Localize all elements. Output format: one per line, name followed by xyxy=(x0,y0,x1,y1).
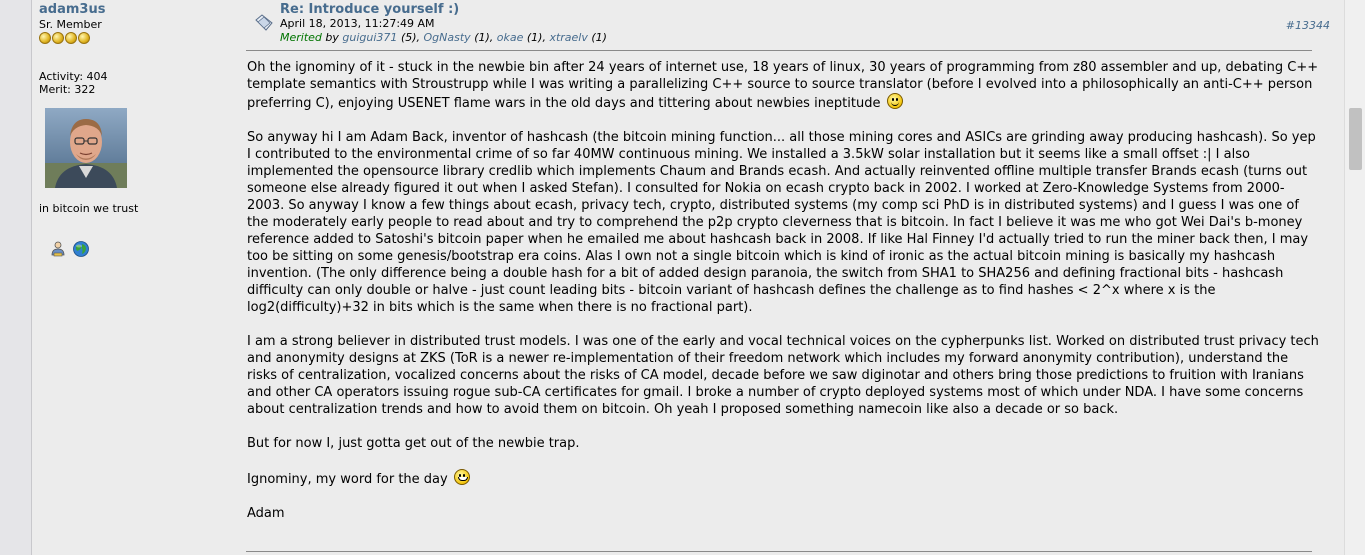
poster-name-link[interactable]: adam3us xyxy=(39,2,105,17)
meriter-link[interactable]: okae xyxy=(497,31,524,44)
globe-icon[interactable] xyxy=(73,240,89,261)
post-paragraph: Ignominy, my word for the day xyxy=(247,469,1319,488)
post-xx-icon xyxy=(254,13,274,33)
post-paragraph: But for now I, just gotta get out of the… xyxy=(247,436,580,451)
profile-icon[interactable] xyxy=(51,241,65,261)
meriter-link[interactable]: OgNasty xyxy=(424,31,471,44)
star-icon xyxy=(39,32,51,44)
rank-stars xyxy=(39,32,91,44)
post-number-link[interactable]: #13344 xyxy=(1286,19,1330,32)
grin-icon xyxy=(453,469,470,485)
meriter-count: (1), xyxy=(474,31,494,44)
profile-icons xyxy=(51,240,92,261)
meriter-count: (5), xyxy=(400,31,421,44)
avatar xyxy=(45,108,127,188)
poster-activity: Activity: 404 xyxy=(39,70,108,83)
post-body: Oh the ignominy of it - stuck in the new… xyxy=(247,59,1319,539)
smiley-icon xyxy=(886,93,903,109)
vertical-scrollbar[interactable] xyxy=(1344,0,1365,555)
meriter-count: (1) xyxy=(591,31,607,44)
forum-post: adam3us Sr. Member Activity: 404 Merit: … xyxy=(32,0,1344,555)
poster-rank: Sr. Member xyxy=(39,18,102,31)
post-divider xyxy=(246,551,1312,552)
paragraph-text: Oh the ignominy of it - stuck in the new… xyxy=(247,60,1319,111)
left-margin xyxy=(0,0,32,555)
scrollbar-thumb[interactable] xyxy=(1349,108,1362,170)
merited-line: Merited by guigui371 (5), OgNasty (1), o… xyxy=(280,31,607,44)
post-paragraph: So anyway hi I am Adam Back, inventor of… xyxy=(247,130,1316,315)
post-subject-link[interactable]: Re: Introduce yourself :) xyxy=(280,2,459,17)
merited-by: by xyxy=(325,31,339,44)
post-paragraph: Oh the ignominy of it - stuck in the new… xyxy=(247,59,1319,112)
star-icon xyxy=(52,32,64,44)
meriter-link[interactable]: guigui371 xyxy=(342,31,397,44)
paragraph-text: Ignominy, my word for the day xyxy=(247,472,448,487)
star-icon xyxy=(78,32,90,44)
post-date: April 18, 2013, 11:27:49 AM xyxy=(280,17,435,30)
meriter-link[interactable]: xtraelv xyxy=(549,31,587,44)
poster-merit: Merit: 322 xyxy=(39,83,96,96)
star-icon xyxy=(65,32,77,44)
merited-label: Merited xyxy=(280,31,322,44)
post-divider xyxy=(246,50,1312,51)
post-paragraph: Adam xyxy=(247,506,285,521)
meriter-count: (1), xyxy=(526,31,546,44)
post-paragraph: I am a strong believer in distributed tr… xyxy=(247,334,1319,417)
personal-text: in bitcoin we trust xyxy=(39,202,139,215)
